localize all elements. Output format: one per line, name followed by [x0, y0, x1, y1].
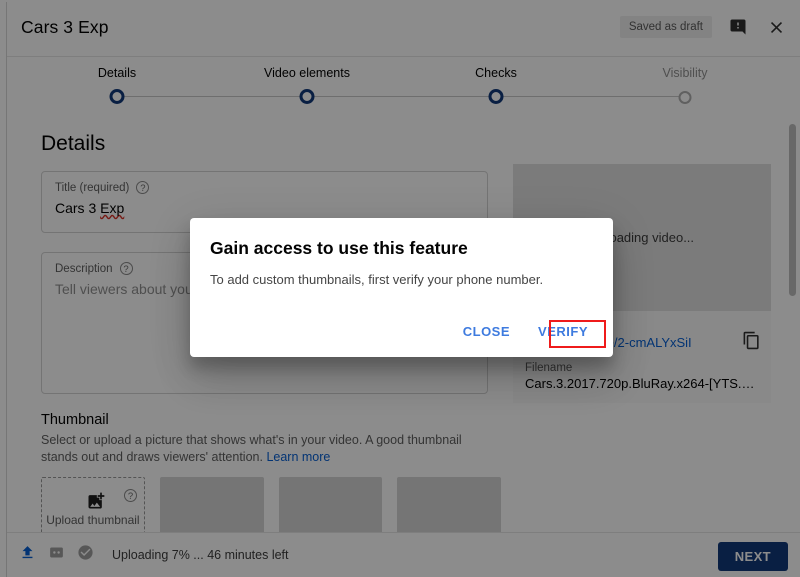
- modal-title: Gain access to use this feature: [210, 238, 468, 259]
- screen-root: Cars 3 Exp Saved as draft Details Video …: [0, 0, 800, 577]
- modal-actions: CLOSE VERIFY: [452, 316, 599, 347]
- verify-button[interactable]: VERIFY: [527, 316, 599, 347]
- close-button[interactable]: CLOSE: [452, 316, 521, 347]
- modal-body-text: To add custom thumbnails, first verify y…: [210, 272, 543, 287]
- verify-phone-modal: Gain access to use this feature To add c…: [190, 218, 613, 357]
